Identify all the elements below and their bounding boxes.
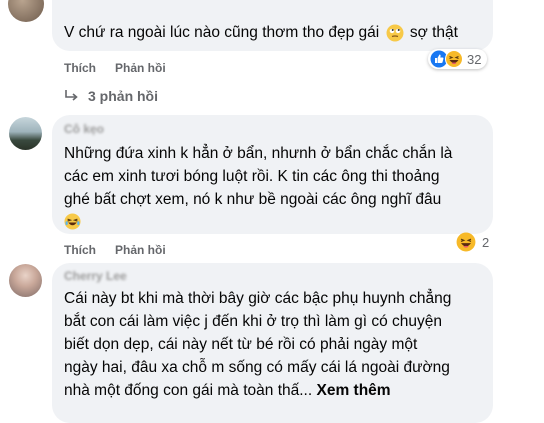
comment-text-line: các em xinh tươi bóng luột rồi. K tin cá… — [64, 168, 440, 185]
haha-reaction-icon — [456, 232, 476, 252]
see-more-link[interactable]: Xem thêm — [316, 382, 390, 399]
comment-bubble: Cô kẹo Những đứa xinh k hẳn ở bẩn, nhưnh… — [52, 115, 493, 234]
haha-reaction-icon — [445, 50, 463, 68]
replies-label: 3 phản hồi — [88, 88, 158, 104]
comment-text-line: Những đứa xinh k hẳn ở bẩn, nhưnh ở bẩn … — [64, 145, 453, 162]
view-replies-link[interactable]: 3 phản hồi — [64, 88, 158, 104]
comment-text-line: ngày hai, đâu xa chỗ m sống có mấy cái l… — [64, 359, 450, 376]
like-action[interactable]: Thích — [64, 61, 96, 75]
like-action[interactable]: Thích — [64, 243, 96, 257]
comment-text-line: bắt con cái làm việc j đến khi ở trọ thì… — [64, 313, 443, 330]
comment-text-line: sợ thật — [409, 24, 458, 41]
laughing-emoji-icon — [64, 213, 81, 230]
reaction-summary[interactable]: 32 — [428, 49, 488, 69]
comment-text-line: Cái này bt khi mà thời bây giờ các bậc p… — [64, 290, 452, 307]
reply-arrow-icon — [65, 90, 78, 101]
comment-author[interactable]: Cherry Lee — [64, 269, 127, 283]
comment-bubble: V chứ ra ngoài lúc nào cũng thơm tho đẹp… — [52, 0, 493, 51]
comment-bubble: Cherry Lee Cái này bt khi mà thời bây gi… — [52, 263, 493, 423]
comment-text-last: nhà một đống con gái mà toàn thấ... Xem … — [64, 380, 391, 403]
reaction-count: 32 — [467, 51, 482, 67]
comment-text-line: biết dọn dẹp, cái này nết từ bé rồi có p… — [64, 336, 418, 353]
reply-action[interactable]: Phản hồi — [115, 243, 166, 257]
comment-text: V chứ ra ngoài lúc nào cũng thơm tho đẹp… — [64, 22, 458, 45]
avatar[interactable] — [9, 264, 42, 297]
avatar[interactable] — [8, 0, 44, 22]
avatar[interactable] — [9, 117, 42, 150]
reply-action[interactable]: Phản hồi — [115, 61, 166, 75]
comment-text-line: nhà một đống con gái mà toàn thấ... — [64, 382, 313, 399]
comment-author[interactable]: Cô kẹo — [64, 122, 104, 136]
rolling-eyes-emoji-icon — [386, 24, 404, 42]
comment-text-line: V chứ ra ngoài lúc nào cũng thơm tho đẹp… — [64, 24, 380, 41]
comment-text-line: ghé bất chợt xem, nó k như bề ngoài các … — [64, 191, 442, 208]
reaction-count: 2 — [482, 234, 490, 250]
reaction-summary[interactable]: 2 — [456, 232, 489, 252]
